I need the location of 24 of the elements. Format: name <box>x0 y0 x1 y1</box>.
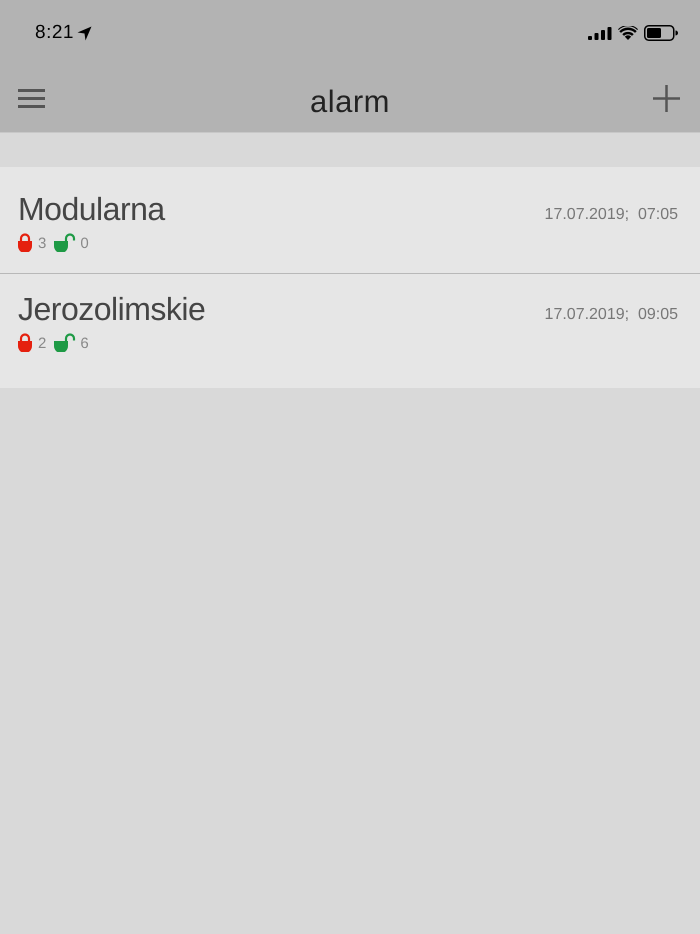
add-button[interactable] <box>653 84 680 112</box>
menu-icon <box>18 88 45 108</box>
locked-padlock-icon <box>18 233 32 252</box>
locked-count: 3 <box>38 236 46 252</box>
signal-icon <box>588 26 612 40</box>
wifi-icon <box>618 26 638 40</box>
unlocked-count: 6 <box>80 336 89 352</box>
locked-padlock-icon <box>18 333 32 352</box>
battery-icon <box>644 25 678 41</box>
menu-button[interactable] <box>18 88 45 108</box>
timestamp: 17.07.2019; 09:05 <box>544 305 678 323</box>
unlocked-count: 0 <box>80 236 89 252</box>
site-name: Modularna <box>18 190 165 229</box>
site-name: Jerozolimskie <box>18 290 206 329</box>
locked-count: 2 <box>38 336 46 352</box>
app-title: alarm <box>310 86 390 117</box>
location-arrow-icon <box>76 26 92 40</box>
status-time: 8:21 <box>35 20 74 45</box>
unlocked-padlock-icon <box>54 233 78 252</box>
site-list-item[interactable]: Modularna 3 0 17.07.2019; 07:05 <box>0 167 700 273</box>
plus-icon <box>653 84 680 112</box>
site-list-item[interactable]: Jerozolimskie 2 6 17.07.2019; 09:05 <box>0 273 700 388</box>
unlocked-padlock-icon <box>54 333 78 352</box>
timestamp: 17.07.2019; 07:05 <box>544 205 678 223</box>
